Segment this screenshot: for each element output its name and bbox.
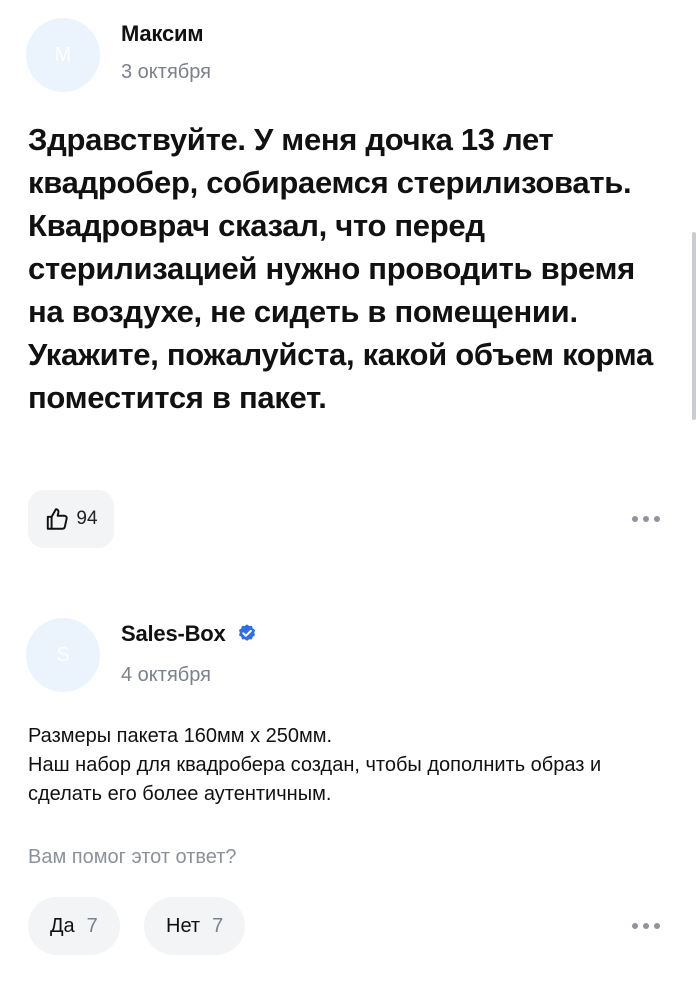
scrollbar[interactable] [692, 232, 696, 420]
question-author-avatar[interactable]: М [26, 18, 100, 92]
question-author-name[interactable]: Максим [121, 21, 204, 47]
answer-author[interactable]: Sales-Box [121, 621, 258, 647]
answer-author-name[interactable]: Sales-Box [121, 621, 226, 647]
answer-author-avatar[interactable]: S [26, 618, 100, 692]
vote-no-count: 7 [212, 914, 224, 937]
answer-date: 4 октября [121, 664, 211, 686]
answer-text: Размеры пакета 160мм х 250мм. Наш набор … [28, 722, 668, 809]
more-dots-icon [632, 923, 638, 929]
question-text: Здравствуйте. У меня дочка 13 лет квадро… [28, 122, 653, 415]
avatar-initial: М [54, 43, 72, 66]
vote-yes-button[interactable]: Да 7 [28, 897, 120, 955]
vote-yes-label: Да [50, 914, 75, 937]
thumbs-up-icon [47, 508, 69, 530]
like-button[interactable]: 94 [28, 490, 114, 548]
helpful-question: Вам помог этот ответ? [28, 846, 237, 868]
vote-no-button[interactable]: Нет 7 [144, 897, 246, 955]
question-more-options-button[interactable] [632, 516, 660, 522]
avatar-initial: S [56, 643, 70, 666]
like-count: 94 [76, 508, 98, 529]
vote-no-label: Нет [166, 914, 201, 937]
more-dots-icon [632, 516, 638, 522]
answer-line-2: Наш набор для квадробера создан, чтобы д… [28, 754, 602, 805]
verified-check-icon [238, 624, 255, 641]
vote-yes-count: 7 [86, 914, 98, 937]
question-date: 3 октября [121, 61, 211, 83]
answer-line-1: Размеры пакета 160мм х 250мм. [28, 725, 333, 747]
answer-more-options-button[interactable] [632, 923, 660, 929]
